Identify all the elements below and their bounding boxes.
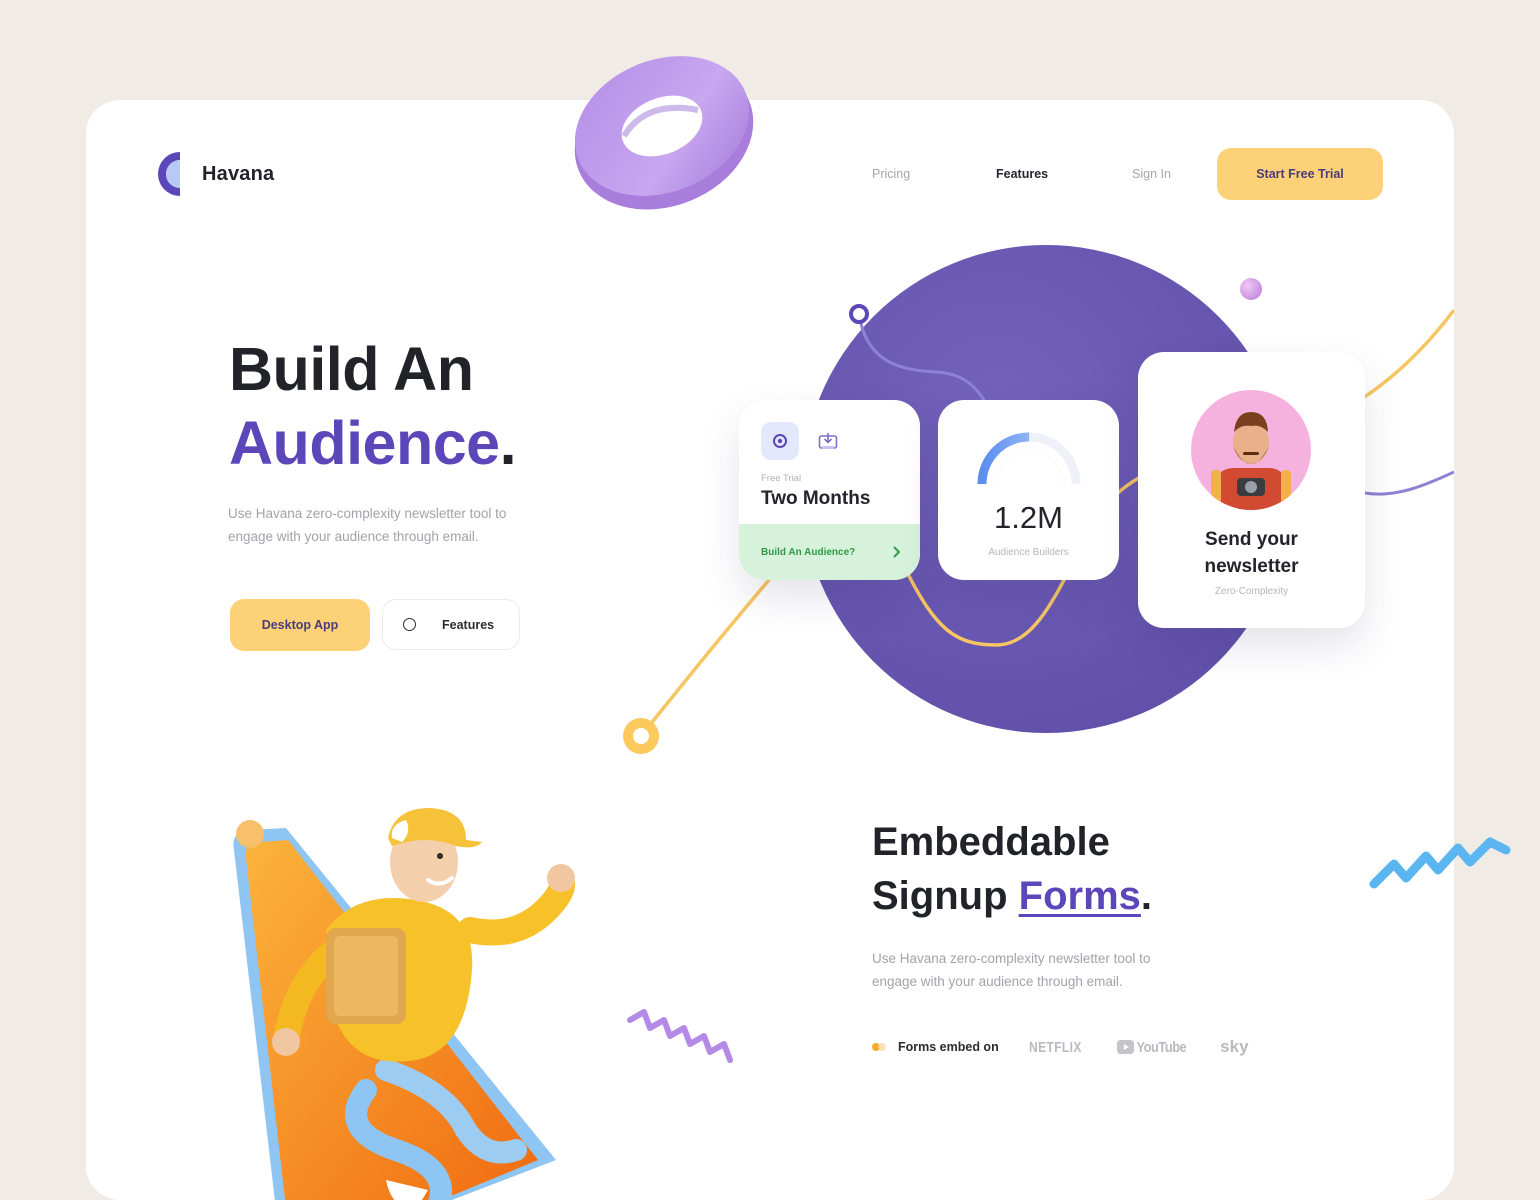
audience-label: Audience Builders: [988, 547, 1069, 558]
hero-title-line1: Build An: [229, 335, 474, 403]
youtube-wordmark: YouTube: [1136, 1038, 1186, 1056]
audience-builders-card: 1.2M Audience Builders: [938, 400, 1119, 580]
build-audience-link[interactable]: Build An Audience?: [739, 524, 920, 580]
newsletter-title: Send your newsletter: [1138, 526, 1365, 580]
free-trial-card: Free Trial Two Months Build An Audience?: [739, 400, 920, 580]
nav-features[interactable]: Features: [996, 167, 1048, 181]
brand-name: Havana: [202, 162, 275, 185]
desktop-app-button[interactable]: Desktop App: [230, 599, 370, 651]
target-icon[interactable]: [761, 422, 799, 460]
sky-logo: sky: [1220, 1037, 1249, 1056]
handle-dot: [849, 304, 869, 324]
circle-outline-icon: [403, 618, 416, 631]
newsletter-subtitle: Zero-Complexity: [1214, 586, 1289, 597]
avatar: [1191, 390, 1311, 510]
youtube-play-icon: [1116, 1040, 1134, 1054]
torus-decoration: [574, 56, 754, 210]
free-trial-value: Two Months: [761, 488, 871, 509]
audience-gauge: [977, 432, 1081, 485]
hero-description: Use Havana zero-complexity newsletter to…: [228, 506, 507, 544]
netflix-logo: NETFLIX: [1028, 1038, 1082, 1056]
newsletter-title-line2: newsletter: [1204, 556, 1299, 577]
embed-partners-row: Forms embed on NETFLIX YouTube sky: [872, 1034, 1285, 1060]
build-audience-label: Build An Audience?: [761, 546, 856, 558]
download-icon[interactable]: [817, 430, 839, 452]
free-trial-label: Free Trial: [761, 473, 802, 484]
youtube-logo: YouTube: [1116, 1038, 1186, 1056]
newsletter-title-line1: Send your: [1205, 529, 1298, 550]
embed-label: Forms embed on: [898, 1040, 999, 1054]
chevron-right-icon: [893, 546, 900, 558]
courier-illustration: [233, 808, 575, 1200]
forms-link[interactable]: Forms: [1019, 874, 1141, 918]
section2-title-line1: Embeddable: [872, 820, 1110, 864]
features-button-label: Features: [442, 617, 495, 632]
start-free-trial-button[interactable]: Start Free Trial: [1217, 148, 1383, 200]
logo-mark-icon: [158, 152, 180, 196]
yellow-ring: [623, 718, 659, 754]
blue-zigzag-decoration: [1369, 837, 1511, 889]
hero-title-period: .: [499, 409, 517, 477]
hero-title-accent: Audience: [229, 409, 500, 477]
nav-pricing[interactable]: Pricing: [872, 167, 910, 181]
brand-logo[interactable]: Havana: [156, 150, 274, 198]
pink-dot: [1240, 278, 1262, 300]
status-dots-icon: [872, 1043, 890, 1051]
audience-count: 1.2M: [994, 500, 1063, 535]
hero-title: Build An Audience.: [229, 332, 517, 480]
section2-title-period: .: [1140, 874, 1153, 918]
newsletter-card: Send your newsletter Zero-Complexity: [1138, 352, 1365, 628]
nav-sign-in[interactable]: Sign In: [1132, 167, 1171, 181]
section2-title-prefix: Signup: [872, 874, 1019, 918]
page-card: Havana Pricing Features Sign In Start Fr…: [86, 100, 1454, 1200]
section2-description: Use Havana zero-complexity newsletter to…: [872, 951, 1151, 989]
section2-title: Embeddable Signup Forms.: [872, 815, 1152, 923]
features-button[interactable]: Features: [382, 599, 520, 650]
